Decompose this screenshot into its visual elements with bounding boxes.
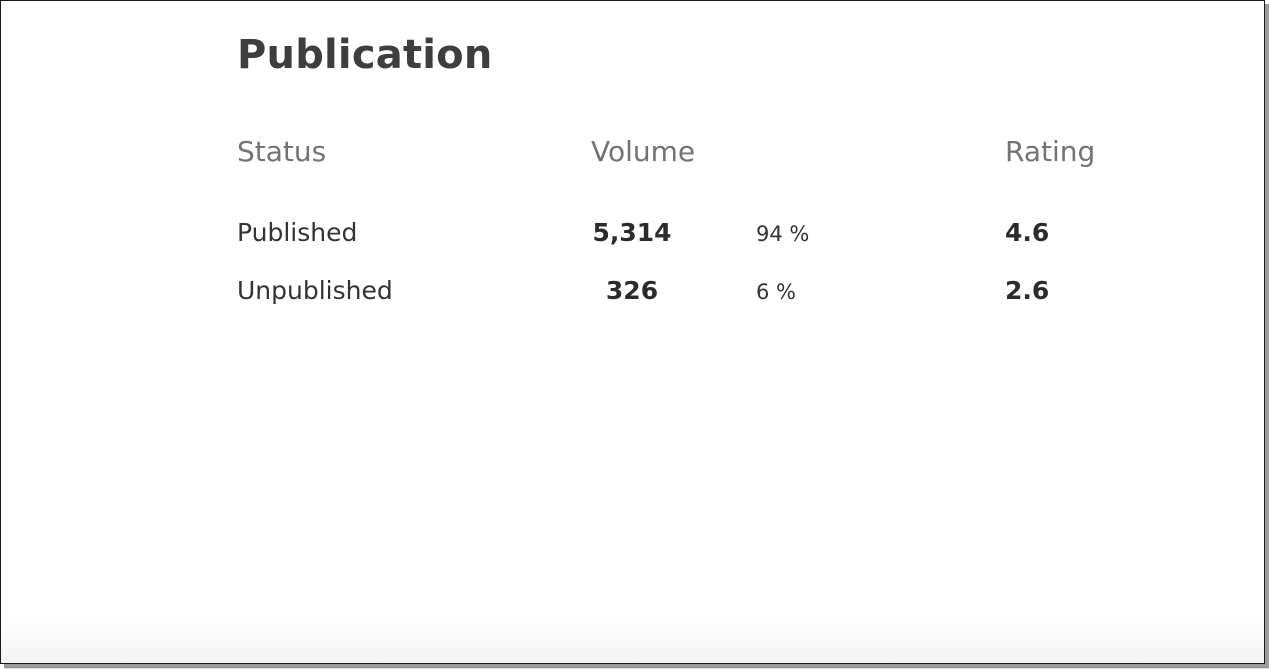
column-header-rating: Rating <box>1005 135 1096 168</box>
publication-panel: Publication Status Volume Rating Publish… <box>0 0 1265 664</box>
row-volume-value: 326 <box>605 276 659 305</box>
row-volume-percent: 94 % <box>756 222 810 246</box>
row-rating-value: 2.6 <box>1005 276 1050 305</box>
column-header-status: Status <box>237 135 327 168</box>
row-status-label: Unpublished <box>237 276 393 305</box>
row-rating-value: 4.6 <box>1005 218 1050 247</box>
row-volume-percent: 6 % <box>756 280 796 304</box>
row-volume-value: 5,314 <box>592 218 672 247</box>
row-status-label: Published <box>237 218 358 247</box>
column-header-volume: Volume <box>591 135 696 168</box>
page-title: Publication <box>237 32 493 78</box>
